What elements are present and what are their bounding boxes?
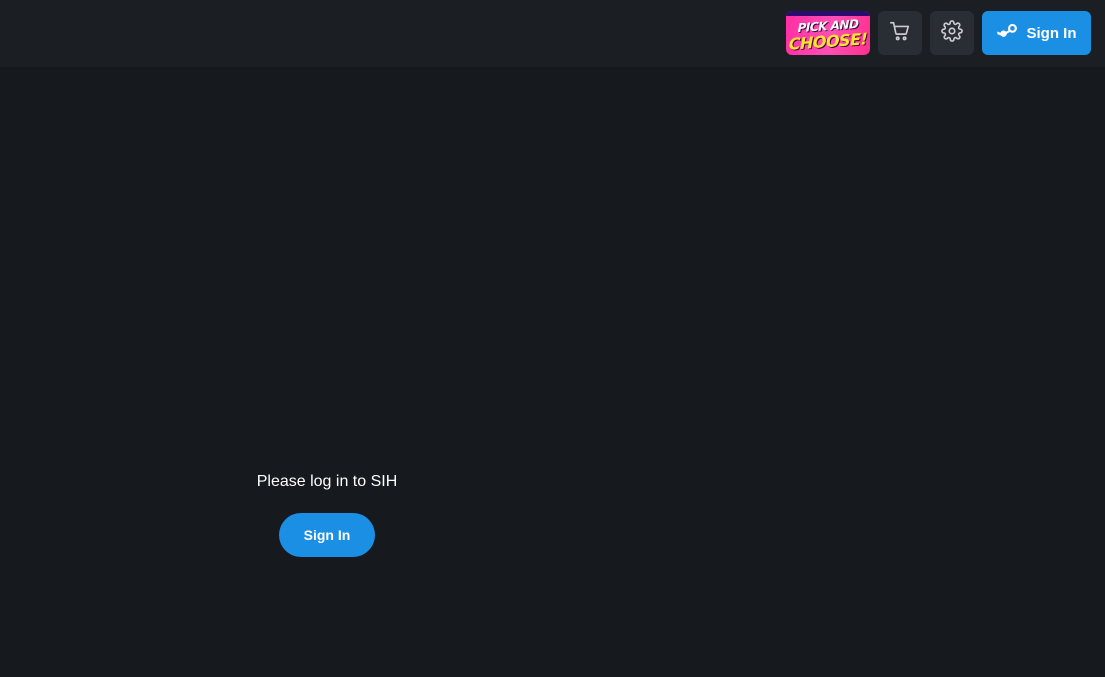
sign-in-button[interactable]: Sign In (279, 513, 375, 557)
steam-icon (996, 23, 1019, 43)
settings-button[interactable] (930, 11, 974, 55)
cart-icon (889, 20, 911, 46)
cart-button[interactable] (878, 11, 922, 55)
header-sign-in-button[interactable]: Sign In (982, 11, 1091, 55)
pick-and-choose-banner[interactable]: PICK AND CHOOSE! (786, 11, 870, 55)
top-bar: PICK AND CHOOSE! Sign In (0, 0, 1105, 67)
gear-icon (941, 20, 963, 46)
login-prompt: Please log in to SIH (256, 473, 398, 490)
header-sign-in-label: Sign In (1026, 24, 1077, 42)
